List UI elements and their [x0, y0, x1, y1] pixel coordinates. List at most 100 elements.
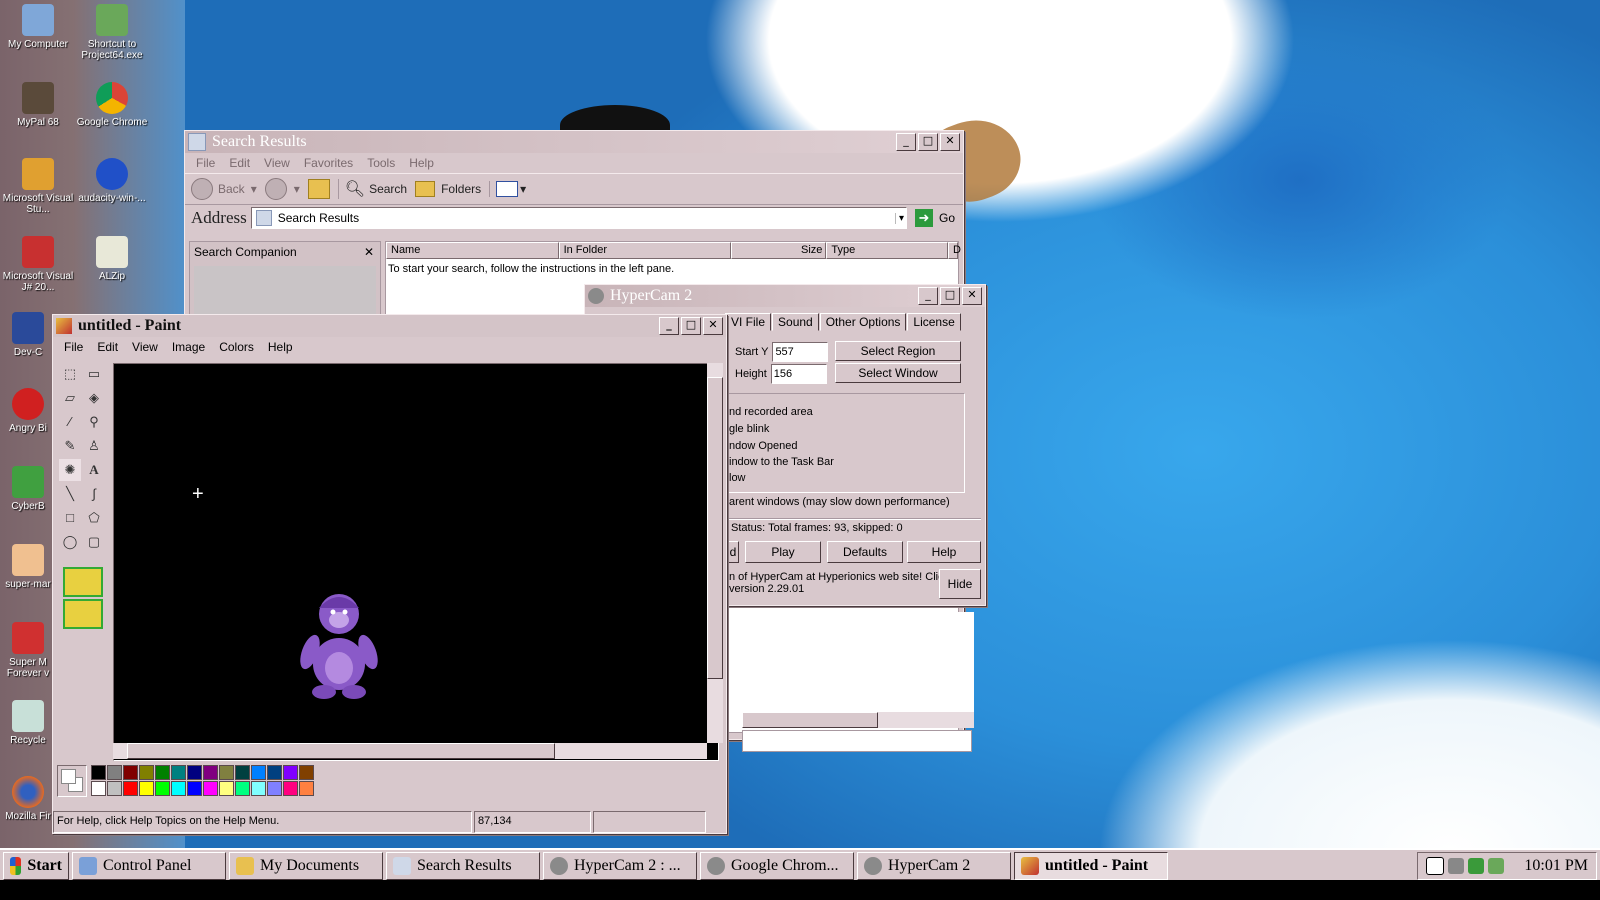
palette-swatch[interactable]	[219, 781, 234, 796]
desktop-icon-firefox[interactable]: Mozilla Fir	[0, 776, 56, 822]
up-folder-button[interactable]	[307, 179, 330, 199]
paint-menu-view[interactable]: View	[125, 340, 165, 354]
select-region-button[interactable]: Select Region	[835, 341, 961, 361]
results-hscroll[interactable]	[742, 712, 974, 728]
palette-swatch[interactable]	[187, 765, 202, 780]
column-in-folder[interactable]: In Folder	[558, 242, 732, 259]
option-recorded-area[interactable]: nd recorded area	[729, 406, 813, 418]
palette-swatch[interactable]	[171, 781, 186, 796]
option-blink[interactable]: gle blink	[729, 423, 769, 435]
tab-other-options[interactable]: Other Options	[819, 313, 907, 331]
search-button[interactable]: 🔍︎ Search	[337, 179, 407, 199]
palette-swatch[interactable]	[203, 765, 218, 780]
clock[interactable]: 10:01 PM	[1524, 857, 1588, 875]
paint-minimize-button[interactable]: _	[659, 317, 679, 335]
taskbar-paint[interactable]: untitled - Paint	[1014, 852, 1168, 880]
palette-swatch[interactable]	[283, 765, 298, 780]
palette-swatch[interactable]	[91, 781, 106, 796]
tab-sound[interactable]: Sound	[772, 313, 819, 331]
column-type[interactable]: Type	[826, 242, 949, 259]
hypercam-help-button[interactable]: Help	[907, 541, 981, 563]
go-button[interactable]: ➜ Go	[914, 209, 955, 227]
paint-vscroll-thumb[interactable]	[707, 377, 723, 679]
text-tool-icon[interactable]: A	[83, 459, 105, 481]
taskbar-control-panel[interactable]: Control Panel	[72, 852, 226, 880]
line-tool-icon[interactable]: ╲	[59, 483, 81, 505]
paint-hscroll[interactable]	[113, 743, 707, 759]
paint-menu-colors[interactable]: Colors	[212, 340, 261, 354]
ellipse-tool-icon[interactable]: ◯	[59, 531, 81, 553]
select-window-button[interactable]: Select Window	[835, 363, 961, 383]
palette-swatch[interactable]	[299, 765, 314, 780]
height-input[interactable]: 156	[770, 364, 827, 384]
transparent-option-icon[interactable]	[63, 567, 103, 597]
taskbar-hypercam-2[interactable]: HyperCam 2	[857, 852, 1011, 880]
palette-swatch[interactable]	[235, 765, 250, 780]
color-picker-icon[interactable]: ⁄	[59, 411, 81, 433]
hide-button[interactable]: Hide	[939, 569, 981, 599]
palette-swatch[interactable]	[123, 765, 138, 780]
taskbar-my-documents[interactable]: My Documents	[229, 852, 383, 880]
menu-favorites[interactable]: Favorites	[297, 156, 360, 170]
column-size[interactable]: Size	[731, 242, 827, 259]
desktop-icon-alzip[interactable]: ALZip	[74, 236, 150, 282]
paint-menu-help[interactable]: Help	[261, 340, 300, 354]
free-select-icon[interactable]: ⬚	[59, 363, 81, 385]
desktop-icon-my-computer[interactable]: My Computer	[0, 4, 76, 50]
start-button[interactable]: Start	[3, 852, 69, 880]
rounded-rect-tool-icon[interactable]: ▢	[83, 531, 105, 553]
palette-swatch[interactable]	[267, 781, 282, 796]
menu-tools[interactable]: Tools	[360, 156, 402, 170]
taskbar-hypercam-1[interactable]: HyperCam 2 : ...	[543, 852, 697, 880]
back-button[interactable]: Back ▾	[191, 178, 257, 200]
desktop-icon-super-mario[interactable]: super-mar	[0, 544, 56, 590]
palette-swatch[interactable]	[123, 781, 138, 796]
paint-menu-edit[interactable]: Edit	[90, 340, 125, 354]
column-date[interactable]: D	[948, 242, 961, 259]
palette-swatch[interactable]	[283, 781, 298, 796]
palette-swatch[interactable]	[187, 781, 202, 796]
palette-swatch[interactable]	[251, 781, 266, 796]
search-titlebar[interactable]: Search Results _ □ ✕	[185, 131, 963, 153]
desktop-icon-visual-jsharp[interactable]: Microsoft Visual J# 20...	[0, 236, 76, 293]
paint-maximize-button[interactable]: □	[681, 317, 701, 335]
brush-icon[interactable]: ♙	[83, 435, 105, 457]
address-input[interactable]: Search Results ▾	[250, 207, 907, 229]
rectangle-tool-icon[interactable]: □	[59, 507, 81, 529]
start-y-input[interactable]: 557	[772, 342, 829, 362]
pencil-icon[interactable]: ✎	[59, 435, 81, 457]
tab-avi-file[interactable]: VI File	[725, 313, 772, 331]
desktop-icon-mypal[interactable]: MyPal 68	[0, 82, 76, 128]
folders-button[interactable]: Folders	[415, 181, 481, 197]
palette-swatch[interactable]	[155, 781, 170, 796]
menu-edit[interactable]: Edit	[222, 156, 257, 170]
results-hscroll-thumb[interactable]	[742, 712, 878, 728]
paint-menu-file[interactable]: File	[57, 340, 90, 354]
palette-swatch[interactable]	[139, 781, 154, 796]
desktop-icon-angry-birds[interactable]: Angry Bi	[0, 388, 56, 434]
start-rec-button[interactable]: d	[727, 541, 739, 563]
defaults-button[interactable]: Defaults	[827, 541, 903, 563]
palette-swatch[interactable]	[251, 765, 266, 780]
palette-swatch[interactable]	[139, 765, 154, 780]
desktop-icon-audacity[interactable]: audacity-win-...	[74, 158, 150, 204]
palette-swatch[interactable]	[219, 765, 234, 780]
paint-close-button[interactable]: ✕	[703, 317, 723, 335]
palette-swatch[interactable]	[235, 781, 250, 796]
desktop-icon-super-mario-forever[interactable]: Super M Forever v	[0, 622, 56, 679]
hypercam-maximize-button[interactable]: □	[940, 287, 960, 305]
palette-swatch[interactable]	[171, 765, 186, 780]
opaque-option-icon[interactable]	[63, 599, 103, 629]
views-button[interactable]: ▾	[489, 181, 526, 197]
column-name[interactable]: Name	[386, 242, 559, 259]
palette-swatch[interactable]	[203, 781, 218, 796]
menu-file[interactable]: File	[189, 156, 222, 170]
option-window-opened[interactable]: ndow Opened	[729, 440, 798, 452]
hypercam-close-button[interactable]: ✕	[962, 287, 982, 305]
palette-swatch[interactable]	[155, 765, 170, 780]
airbrush-icon[interactable]: ✺	[59, 459, 81, 481]
tab-license[interactable]: License	[907, 313, 961, 331]
paint-canvas[interactable]: +	[113, 363, 719, 761]
play-button[interactable]: Play	[745, 541, 821, 563]
taskbar-search-results[interactable]: Search Results	[386, 852, 540, 880]
